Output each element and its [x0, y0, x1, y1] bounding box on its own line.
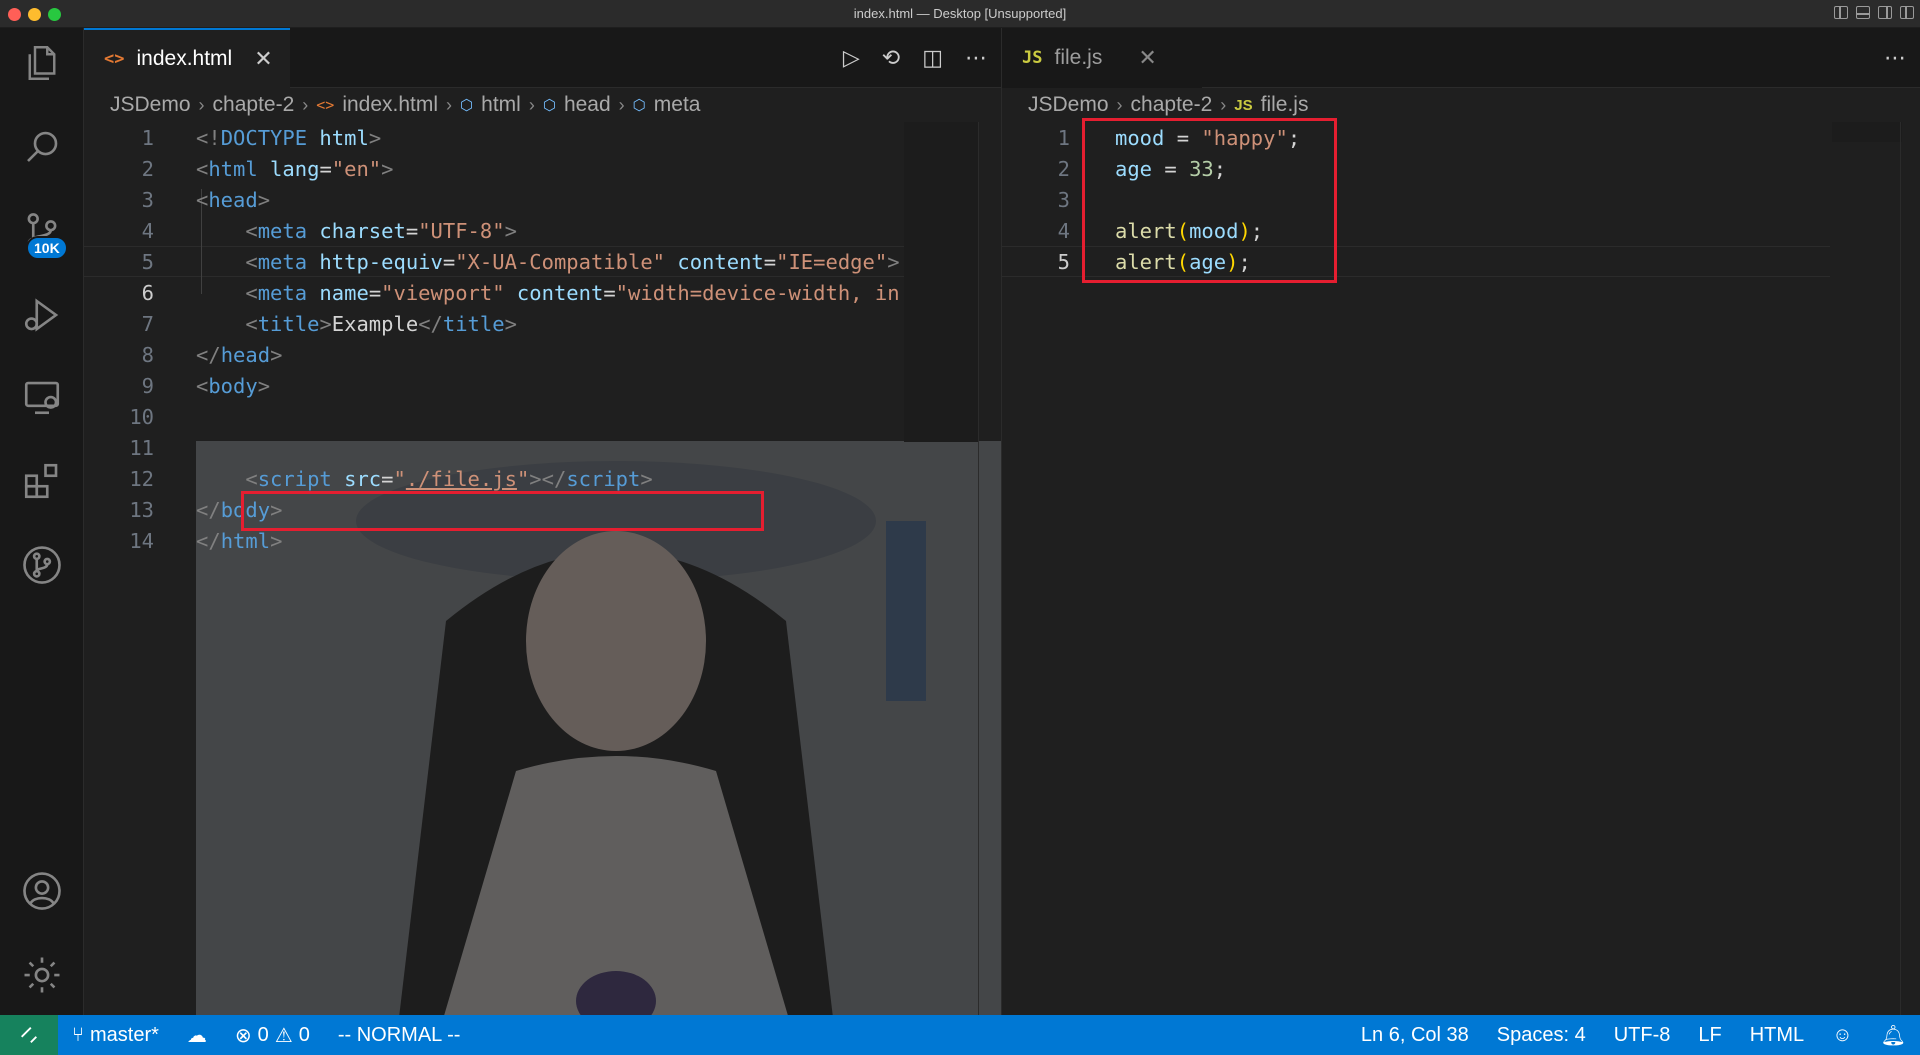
tab-bar: <> index.html ✕ ▷ ⟲ ◫ ⋯	[84, 28, 1001, 88]
end-of-line[interactable]: LF	[1684, 1024, 1735, 1047]
vertical-scrollbar[interactable]	[1900, 122, 1920, 1015]
customize-layout-icon[interactable]	[1900, 6, 1914, 19]
breadcrumb-item[interactable]: file.js	[1261, 93, 1309, 117]
activity-bar: 10K	[0, 28, 84, 1015]
tab-bar: JS file.js ✕ ⋯	[1002, 28, 1920, 88]
chevron-right-icon: ›	[1116, 94, 1123, 115]
breadcrumb-item[interactable]: chapte-2	[213, 93, 295, 117]
minimap[interactable]	[904, 122, 978, 442]
more-actions-icon[interactable]: ⋯	[1884, 45, 1906, 71]
settings-gear-icon[interactable]	[0, 940, 84, 1010]
notifications-bell-icon[interactable]: 🔔︎	[1867, 1023, 1920, 1048]
highlight-box-script-tag	[241, 491, 764, 531]
warning-icon: ⚠	[274, 1024, 293, 1047]
indentation[interactable]: Spaces: 4	[1483, 1024, 1600, 1047]
chevron-right-icon: ›	[528, 94, 535, 115]
symbol-cube-icon: ⬡	[542, 96, 556, 114]
code-editor-js[interactable]: 1 mood = "happy"; 2 age = 33; 3 4 alert(moo…	[1002, 118, 1920, 1015]
run-debug-icon[interactable]	[0, 280, 84, 350]
git-branch[interactable]: ⑂ master*	[58, 1024, 173, 1047]
feedback-icon[interactable]: ☺	[1818, 1024, 1866, 1047]
breadcrumb-item[interactable]: JSDemo	[110, 93, 191, 117]
close-tab-icon[interactable]: ✕	[254, 46, 272, 72]
code-editor-html[interactable]: 1 <!DOCTYPE html> 2 <html lang="en"> 3 <hea…	[84, 122, 1001, 1015]
run-icon[interactable]: ▷	[843, 45, 860, 71]
split-editor-icon[interactable]: ◫	[922, 45, 943, 71]
editor-actions: ⋯	[1884, 28, 1906, 88]
js-file-icon: JS	[1234, 96, 1253, 114]
timeline-history-icon[interactable]: ⟲	[882, 45, 900, 71]
symbol-cube-icon: ⬡	[632, 96, 646, 114]
tab-label: file.js	[1054, 46, 1103, 69]
explorer-icon[interactable]	[0, 28, 84, 98]
html-file-icon: <>	[316, 96, 335, 114]
window-title: index.html — Desktop [Unsupported]	[853, 6, 1067, 21]
chevron-right-icon: ›	[446, 94, 453, 115]
editor-group-left: <> index.html ✕ ▷ ⟲ ◫ ⋯ JSDemo › chapte-…	[84, 28, 1001, 1015]
toggle-panel-icon[interactable]	[1856, 6, 1870, 19]
git-graph-icon[interactable]	[0, 530, 84, 600]
minimap[interactable]	[1832, 122, 1902, 142]
editor-actions: ▷ ⟲ ◫ ⋯	[843, 28, 987, 88]
toggle-secondary-sidebar-icon[interactable]	[1878, 6, 1892, 19]
breadcrumb: JSDemo › chapte-2 › JS file.js	[1002, 88, 1920, 122]
editor-group-right: JS file.js ✕ ⋯ JSDemo › chapte-2 › JS fi…	[1001, 28, 1920, 1015]
breadcrumb: JSDemo › chapte-2 › <> index.html › ⬡ ht…	[84, 88, 1001, 122]
symbol-cube-icon: ⬡	[460, 96, 474, 114]
sync-icon[interactable]: ☁	[173, 1023, 221, 1048]
chevron-right-icon: ›	[1220, 94, 1227, 115]
chevron-right-icon: ›	[302, 94, 309, 115]
source-control-badge: 10K	[26, 236, 68, 260]
breadcrumb-item[interactable]: index.html	[342, 93, 438, 117]
status-bar: ⑂ master* ☁ ⊗ 0 ⚠ 0 -- NORMAL -- Ln 6, C…	[0, 1015, 1920, 1055]
search-icon[interactable]	[0, 112, 84, 182]
extensions-icon[interactable]	[0, 446, 84, 516]
tab-index-html[interactable]: <> index.html ✕	[84, 28, 290, 88]
tab-label: index.html	[136, 47, 233, 70]
source-control-icon[interactable]: 10K	[0, 196, 84, 266]
encoding[interactable]: UTF-8	[1600, 1024, 1685, 1047]
vertical-scrollbar[interactable]	[978, 122, 998, 1015]
cursor-position[interactable]: Ln 6, Col 38	[1347, 1024, 1483, 1047]
close-tab-icon[interactable]: ✕	[1138, 45, 1156, 71]
more-actions-icon[interactable]: ⋯	[965, 45, 987, 71]
chevron-right-icon: ›	[618, 94, 625, 115]
breadcrumb-item[interactable]: meta	[654, 93, 701, 117]
title-bar: index.html — Desktop [Unsupported]	[0, 0, 1920, 28]
breadcrumb-item[interactable]: head	[564, 93, 611, 117]
chevron-right-icon: ›	[198, 94, 205, 115]
accounts-icon[interactable]	[0, 856, 84, 926]
highlight-box-js-code	[1082, 118, 1337, 283]
breadcrumb-item[interactable]: chapte-2	[1131, 93, 1213, 117]
remote-explorer-icon[interactable]	[0, 362, 84, 432]
breadcrumb-item[interactable]: JSDemo	[1028, 93, 1109, 117]
language-mode[interactable]: HTML	[1736, 1024, 1818, 1047]
remote-indicator-icon[interactable]	[0, 1015, 58, 1055]
breadcrumb-item[interactable]: html	[481, 93, 521, 117]
toggle-primary-sidebar-icon[interactable]	[1834, 6, 1848, 19]
error-icon: ⊗	[234, 1024, 252, 1047]
js-file-icon: JS	[1022, 48, 1043, 68]
html-file-icon: <>	[104, 49, 125, 69]
tab-file-js[interactable]: JS file.js ✕	[1002, 28, 1202, 88]
vim-mode: -- NORMAL --	[337, 1023, 461, 1046]
problems-indicator[interactable]: ⊗ 0 ⚠ 0	[221, 1023, 324, 1048]
git-branch-icon: ⑂	[72, 1023, 84, 1046]
layout-controls	[1834, 6, 1914, 19]
